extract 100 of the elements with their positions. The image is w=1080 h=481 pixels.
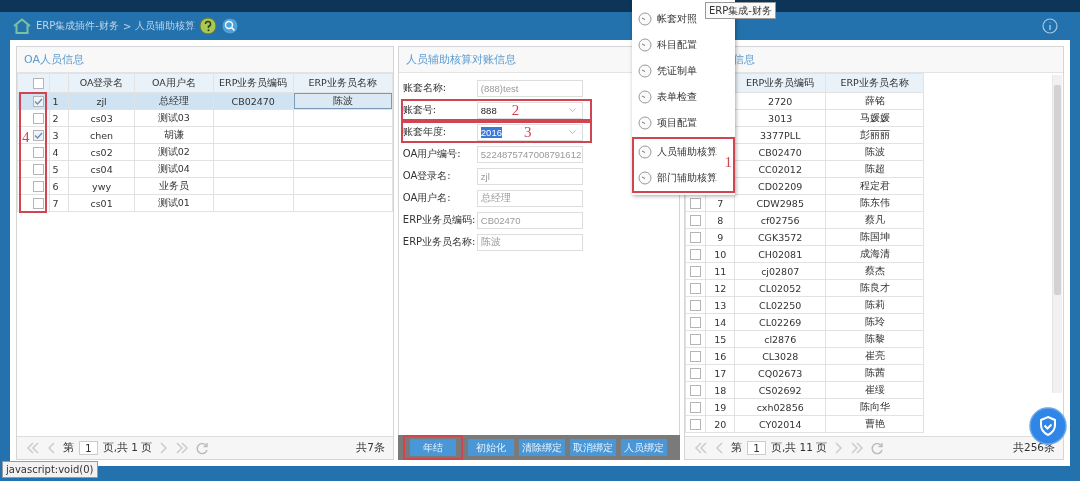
select-field[interactable]: 2016 3 <box>476 123 583 141</box>
annotation-number: 1 <box>724 155 732 170</box>
row-number: 15 <box>714 333 727 345</box>
menu-item[interactable]: 人员辅助核算 <box>634 139 719 165</box>
table-cell: 陈茜 <box>864 366 885 378</box>
breadcrumb-link[interactable]: ERP集成插件-财务 <box>36 19 119 33</box>
column-header[interactable]: ERP业务员编码 <box>213 73 294 93</box>
row-number: 18 <box>714 384 727 396</box>
menu-item[interactable]: 帐套对照 <box>632 6 699 32</box>
info-icon[interactable] <box>1042 18 1058 34</box>
menu-item[interactable]: 项目配置 <box>632 110 699 136</box>
row-number: 13 <box>714 299 727 311</box>
table-cell: 测试01 <box>157 196 190 208</box>
table-cell: 总经理 <box>158 94 189 106</box>
row-number: 4 <box>52 146 59 158</box>
annotation-number: 4 <box>22 130 30 145</box>
table-cell: 胡谦 <box>163 128 184 140</box>
shield-button[interactable] <box>1029 407 1067 445</box>
clock-icon <box>638 12 652 26</box>
table-cell: CB02470 <box>231 95 275 107</box>
table-row[interactable]: 6 ywy 业务员 <box>17 177 393 195</box>
table-cell: zjl <box>96 95 107 107</box>
row-number: 20 <box>714 418 727 430</box>
table-cell: chen <box>90 129 114 141</box>
checkbox[interactable] <box>32 78 44 89</box>
checkbox[interactable] <box>32 198 44 209</box>
column-header[interactable]: OA登录名 <box>68 73 135 93</box>
table-cell: 程定君 <box>859 179 890 191</box>
table-cell: 陈向华 <box>859 400 890 412</box>
checkbox[interactable] <box>32 113 44 124</box>
checkbox[interactable] <box>32 130 44 141</box>
checkbox[interactable] <box>690 317 702 328</box>
menu-item[interactable]: 表单检查 <box>632 84 699 110</box>
checkbox[interactable] <box>32 96 44 107</box>
refresh-icon[interactable] <box>871 441 885 455</box>
row-number: 8 <box>717 214 724 226</box>
checkbox[interactable] <box>690 334 702 345</box>
column-header[interactable]: OA用户名 <box>134 73 214 93</box>
menu-item[interactable]: 部门辅助核算 <box>634 165 719 191</box>
checkbox[interactable] <box>690 249 702 260</box>
checkbox[interactable] <box>690 300 702 311</box>
select-field[interactable]: 888 2 <box>476 101 583 119</box>
checkbox[interactable] <box>690 368 702 379</box>
page-count-label: 页,共 1 页 <box>102 441 153 455</box>
checkbox[interactable] <box>690 232 702 243</box>
next-page-icon[interactable] <box>158 442 169 454</box>
table-row[interactable]: 2 cs03 测试03 <box>17 109 393 127</box>
search-icon[interactable] <box>221 17 240 35</box>
menu-item[interactable]: 科目配置 <box>632 32 699 58</box>
table-cell: 薛铭 <box>864 94 885 106</box>
table-cell: CGK3572 <box>758 231 803 243</box>
table-cell: 成海清 <box>859 247 890 259</box>
row-number: 1 <box>52 95 59 107</box>
checkbox[interactable] <box>690 419 702 430</box>
scrollbar[interactable] <box>1052 75 1062 393</box>
first-page-icon[interactable] <box>26 442 40 454</box>
row-number: 6 <box>52 180 59 192</box>
clock-icon <box>638 171 652 185</box>
checkbox[interactable] <box>32 147 44 158</box>
menu-item[interactable]: 凭证制单 <box>632 58 699 84</box>
field-label: ERP业务员编码: <box>402 213 477 227</box>
checkbox[interactable] <box>690 402 702 413</box>
help-icon[interactable] <box>199 17 218 35</box>
panel-title: OA人员信息 <box>17 47 393 73</box>
table-row[interactable]: 7 cs01 测试01 <box>17 194 393 212</box>
checkbox[interactable] <box>32 181 44 192</box>
column-header[interactable]: ERP业务员名称 <box>825 73 924 93</box>
home-icon[interactable] <box>12 18 32 34</box>
next-page-icon[interactable] <box>833 442 844 454</box>
field-label: 账套号: <box>402 103 438 117</box>
checkbox[interactable] <box>690 351 702 362</box>
previous-page-icon[interactable] <box>47 442 57 454</box>
table-cell: CD02209 <box>758 180 803 192</box>
table-cell: cl2876 <box>764 333 797 345</box>
checkbox[interactable] <box>690 283 702 294</box>
last-page-icon[interactable] <box>850 442 865 454</box>
row-number: 2 <box>52 112 59 124</box>
table-cell: cj02807 <box>761 265 800 277</box>
column-header[interactable]: ERP业务员编码 <box>734 73 826 93</box>
table-row[interactable]: 1 zjl 总经理 CB02470 陈波 <box>17 92 393 110</box>
page-input[interactable]: 1 <box>747 441 766 455</box>
checkbox[interactable] <box>690 215 702 226</box>
checkbox[interactable] <box>690 266 702 277</box>
refresh-icon[interactable] <box>196 441 210 455</box>
checkbox[interactable] <box>690 385 702 396</box>
table-cell: 陈波 <box>864 145 885 157</box>
column-header[interactable]: ERP业务员名称 <box>293 73 393 93</box>
last-page-icon[interactable] <box>175 442 190 454</box>
first-page-icon[interactable] <box>694 442 709 454</box>
table-row[interactable]: 5 cs04 测试04 <box>17 160 393 178</box>
annotation-number: 3 <box>523 124 532 140</box>
table-row[interactable]: 4 cs02 测试02 <box>17 143 393 161</box>
table-cell: 陈黎 <box>864 332 885 344</box>
checkbox[interactable] <box>690 198 702 209</box>
checkbox[interactable] <box>32 164 44 175</box>
row-number: 11 <box>714 265 727 277</box>
page-input[interactable]: 1 <box>79 441 98 455</box>
previous-page-icon[interactable] <box>715 442 726 454</box>
table-cell: 陈莉 <box>864 298 885 310</box>
row-number: 3 <box>52 129 59 141</box>
